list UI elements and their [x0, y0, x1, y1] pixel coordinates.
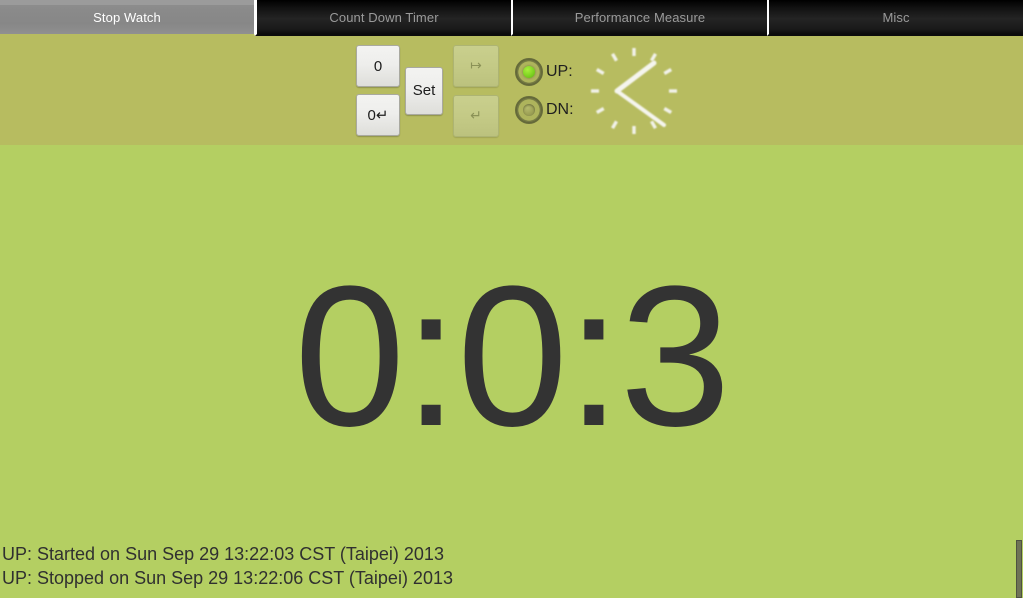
timer-display: 0:0:3: [294, 245, 731, 468]
forward-arrow-icon: ↦: [470, 57, 482, 73]
tab-label: Performance Measure: [574, 9, 706, 25]
tab-performance-measure[interactable]: Performance Measure: [511, 0, 767, 36]
radio-dn-dot: [523, 103, 535, 116]
log-scrollbar-thumb[interactable]: [1016, 540, 1022, 598]
set-button[interactable]: Set: [405, 66, 443, 115]
reset-and-log-button-label: 0↵: [367, 107, 389, 124]
main-display-area: 0:0:3 UP: Started on Sun Sep 29 13:22:03…: [0, 145, 1023, 598]
nav-button-column: ↦ ↵: [453, 44, 499, 137]
return-arrow-icon: ↵: [470, 107, 482, 123]
tab-label: Misc: [882, 9, 910, 25]
tab-count-down-timer[interactable]: Count Down Timer: [255, 0, 511, 36]
radio-up-indicator[interactable]: [515, 57, 543, 86]
radio-up-label: UP:: [546, 62, 573, 80]
radio-dn-label: DN:: [546, 100, 574, 118]
tab-stop-watch[interactable]: Stop Watch: [0, 0, 255, 36]
return-button[interactable]: ↵: [453, 94, 499, 137]
tab-label: Stop Watch: [93, 9, 161, 25]
tab-misc[interactable]: Misc: [767, 0, 1023, 36]
control-panel: 0 0↵ Set ↦ ↵ UP: DN:: [0, 36, 1023, 145]
reset-and-log-button[interactable]: 0↵: [356, 94, 400, 136]
radio-row-up[interactable]: UP:: [515, 57, 574, 86]
radio-dn-indicator[interactable]: [515, 95, 543, 124]
controls-row: 0 0↵ Set ↦ ↵ UP: DN:: [356, 36, 684, 145]
forward-button[interactable]: ↦: [453, 44, 499, 87]
reset-button[interactable]: 0: [356, 45, 400, 87]
log-scrollbar[interactable]: [1014, 540, 1023, 598]
log-line: UP: Stopped on Sun Sep 29 13:22:06 CST (…: [2, 568, 453, 588]
analog-clock-icon: [584, 41, 684, 141]
tab-label: Count Down Timer: [329, 9, 439, 25]
direction-radio-group: UP: DN:: [515, 57, 574, 124]
set-button-label: Set: [412, 82, 436, 99]
log-area[interactable]: UP: Started on Sun Sep 29 13:22:03 CST (…: [0, 542, 1023, 598]
reset-button-column: 0 0↵: [356, 45, 400, 136]
tab-bar: Stop Watch Count Down Timer Performance …: [0, 0, 1023, 36]
radio-up-dot: [523, 65, 535, 78]
radio-row-dn[interactable]: DN:: [515, 95, 574, 124]
reset-button-label: 0: [373, 57, 383, 75]
log-line: UP: Started on Sun Sep 29 13:22:03 CST (…: [2, 544, 444, 564]
